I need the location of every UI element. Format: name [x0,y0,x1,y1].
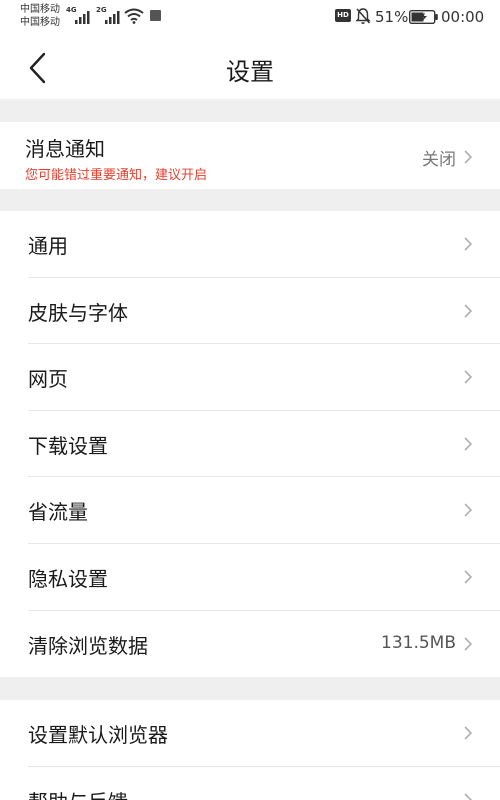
settings-item-label: 通用 [28,234,68,258]
settings-item-default-browser[interactable]: 设置默认浏览器 [0,700,500,767]
settings-item-data-saver[interactable]: 省流量 [0,477,500,544]
notification-status: 关闭 [422,150,456,170]
settings-item-label: 网页 [28,367,68,392]
settings-list-other: 设置默认浏览器 帮助与反馈 [0,700,500,800]
settings-item-label: 省流量 [28,500,88,525]
chevron-right-icon [464,636,473,651]
chevron-right-icon [464,793,473,800]
battery-percent: 51% [375,8,409,26]
settings-item-label: 设置默认浏览器 [28,723,168,747]
chevron-right-icon [464,150,473,164]
settings-item-label: 隐私设置 [28,566,108,591]
section-divider [0,677,500,700]
notification-title: 消息通知 [25,137,105,161]
notification-warning: 您可能错过重要通知，建议开启 [25,168,208,183]
settings-item-label: 帮助与反馈 [28,786,128,800]
chevron-right-icon [464,304,473,318]
carrier-1: 中国移动 [20,4,60,15]
wifi-icon [124,8,144,24]
settings-item-general[interactable]: 通用 [0,211,500,278]
chevron-right-icon [464,570,473,584]
settings-item-label: 清除浏览数据 [28,633,148,658]
chevron-right-icon [464,437,473,451]
battery-charging-icon [409,10,438,24]
carrier-2: 中国移动 [20,17,60,28]
app-header: 设置 [0,36,500,99]
section-divider [0,99,500,122]
chevron-right-icon [464,503,473,517]
settings-list-main: 通用 皮肤与字体 网页 下载设置 省流量 隐私设置 清除浏览数据 131.5MB [0,211,500,678]
settings-item-label: 皮肤与字体 [28,300,128,325]
settings-item-privacy[interactable]: 隐私设置 [0,544,500,611]
hd-icon: HD [335,9,351,22]
clock: 00:00 [441,8,485,26]
status-bar: 中国移动 中国移动 4G 2G HD 51% 00:00 [0,0,500,36]
chevron-right-icon [464,726,473,740]
chevron-right-icon [464,237,473,251]
carrier-labels: 中国移动 中国移动 [20,3,60,29]
mute-bell-icon [355,8,371,24]
settings-item-download[interactable]: 下载设置 [0,411,500,478]
settings-item-skin-font[interactable]: 皮肤与字体 [0,278,500,345]
settings-item-label: 下载设置 [28,433,108,458]
settings-item-clear-data[interactable]: 清除浏览数据 131.5MB [0,611,500,678]
chevron-right-icon [464,370,473,384]
notification-square-icon [150,10,161,21]
section-divider [0,189,500,211]
settings-item-webpage[interactable]: 网页 [0,344,500,411]
settings-item-help-feedback[interactable]: 帮助与反馈 [0,767,500,800]
notification-setting-row[interactable]: 消息通知 您可能错过重要通知，建议开启 关闭 [0,122,500,189]
cache-size: 131.5MB [381,632,456,653]
page-title: 设置 [226,58,274,86]
